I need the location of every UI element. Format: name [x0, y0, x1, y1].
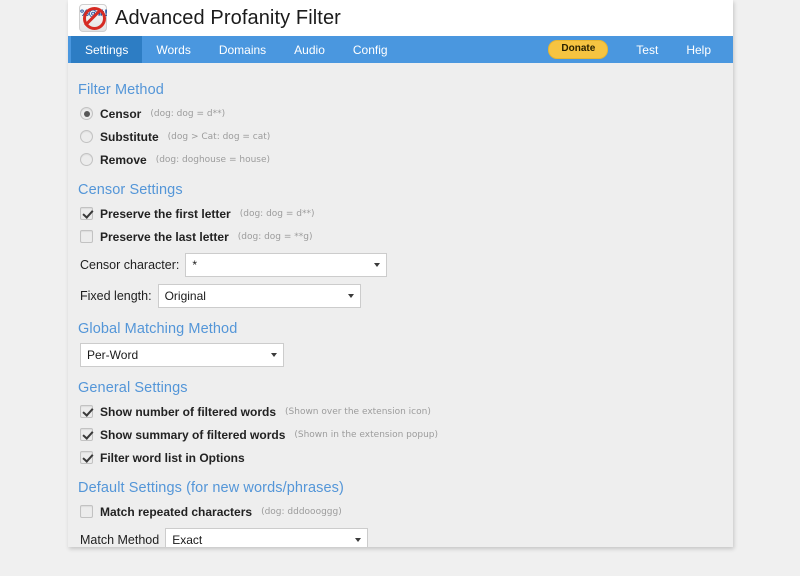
tab-config[interactable]: Config: [339, 36, 402, 63]
global-matching-method-select[interactable]: Per-Word: [80, 343, 284, 367]
radio-row-remove[interactable]: Remove (dog: doghouse = house): [80, 150, 733, 169]
checkbox-label-preserve-last-letter: Preserve the last letter: [100, 229, 229, 244]
nav-actions: Donate Test Help: [548, 36, 733, 63]
radio-row-substitute[interactable]: Substitute (dog > Cat: dog = cat): [80, 127, 733, 146]
censor-character-select[interactable]: *: [185, 253, 388, 277]
fixed-length-row: Fixed length: Original: [80, 284, 733, 308]
settings-content: Filter Method Censor (dog: dog = d**) Su…: [68, 63, 733, 547]
radio-censor[interactable]: [80, 107, 93, 120]
checkbox-preserve-first-letter[interactable]: [80, 207, 93, 220]
radio-label-substitute: Substitute: [100, 129, 159, 144]
tab-settings[interactable]: Settings: [71, 36, 143, 63]
logo-ring: [83, 7, 106, 30]
checkbox-label-show-number-of-filtered-words: Show number of filtered words: [100, 404, 277, 419]
tab-audio[interactable]: Audio: [280, 36, 339, 63]
tab-domains[interactable]: Domains: [205, 36, 280, 63]
global-matching-method-value: Per-Word: [87, 348, 139, 362]
chevron-down-icon: [355, 538, 362, 542]
match-method-label: Match Method: [80, 533, 160, 547]
checkbox-label-filter-word-list-in-options: Filter word list in Options: [100, 450, 245, 465]
fixed-length-label: Fixed length:: [80, 289, 152, 303]
tab-words[interactable]: Words: [142, 36, 204, 63]
radio-hint-censor: (dog: dog = d**): [150, 108, 226, 119]
checkbox-show-number-of-filtered-words[interactable]: [80, 405, 93, 418]
chevron-down-icon: [347, 294, 354, 298]
censor-character-label: Censor character:: [80, 258, 180, 272]
checkbox-row-match-repeated[interactable]: Match repeated characters (dog: dddooogg…: [80, 502, 733, 521]
censor-character-value: *: [192, 258, 198, 272]
section-title-global-matching: Global Matching Method: [78, 321, 238, 337]
app-header: %@#! Advanced Profanity Filter: [68, 0, 733, 36]
checkbox-label-match-repeated-characters: Match repeated characters: [100, 504, 253, 519]
fixed-length-value: Original: [164, 289, 206, 303]
censor-character-row: Censor character: *: [80, 253, 733, 277]
checkbox-hint-preserve-first-letter: (dog: dog = d**): [239, 208, 315, 219]
checkbox-row-show-summary[interactable]: Show summary of filtered words (Shown in…: [80, 425, 733, 444]
checkbox-label-preserve-first-letter: Preserve the first letter: [100, 206, 231, 221]
chevron-down-icon: [374, 263, 381, 267]
checkbox-hint-show-summary-of-filtered-words: (Shown in the extension popup): [294, 429, 439, 440]
checkbox-preserve-last-letter[interactable]: [80, 230, 93, 243]
checkbox-hint-show-number-of-filtered-words: (Shown over the extension icon): [285, 406, 431, 417]
section-title-filter-method: Filter Method: [78, 82, 164, 98]
checkbox-row-filter-word-list[interactable]: Filter word list in Options: [80, 448, 733, 467]
section-title-censor-settings: Censor Settings: [78, 182, 183, 198]
match-method-value: Exact: [172, 533, 203, 547]
chevron-down-icon: [271, 353, 277, 357]
radio-substitute[interactable]: [80, 130, 93, 143]
donate-button[interactable]: Donate: [548, 40, 609, 59]
radio-remove[interactable]: [80, 153, 93, 166]
checkbox-hint-match-repeated-characters: (dog: dddoooggg): [261, 506, 342, 517]
checkbox-label-show-summary-of-filtered-words: Show summary of filtered words: [100, 427, 286, 442]
checkbox-row-show-number[interactable]: Show number of filtered words (Shown ove…: [80, 402, 733, 421]
checkbox-hint-preserve-last-letter: (dog: dog = **g): [237, 231, 313, 242]
page-title: Advanced Profanity Filter: [115, 6, 341, 29]
radio-hint-substitute: (dog > Cat: dog = cat): [167, 131, 271, 142]
match-method-select[interactable]: Exact: [165, 528, 369, 547]
radio-hint-remove: (dog: doghouse = house): [155, 154, 271, 165]
checkbox-row-preserve-first[interactable]: Preserve the first letter (dog: dog = d*…: [80, 204, 733, 223]
main-navbar: Settings Words Domains Audio Config Dona…: [68, 36, 733, 63]
nav-tab-group: Settings Words Domains Audio Config: [68, 36, 402, 63]
checkbox-row-preserve-last[interactable]: Preserve the last letter (dog: dog = **g…: [80, 227, 733, 246]
nav-link-help[interactable]: Help: [672, 43, 725, 57]
fixed-length-select[interactable]: Original: [157, 284, 361, 308]
radio-row-censor[interactable]: Censor (dog: dog = d**): [80, 104, 733, 123]
match-method-row: Match Method Exact: [80, 528, 733, 547]
radio-label-remove: Remove: [100, 152, 147, 167]
nav-link-test[interactable]: Test: [622, 43, 672, 57]
checkbox-filter-word-list-in-options[interactable]: [80, 451, 93, 464]
checkbox-show-summary-of-filtered-words[interactable]: [80, 428, 93, 441]
section-title-default-settings: Default Settings (for new words/phrases): [78, 480, 344, 496]
options-page: %@#! Advanced Profanity Filter Settings …: [68, 0, 733, 547]
apf-logo-icon: %@#!: [79, 4, 108, 32]
radio-label-censor: Censor: [100, 106, 142, 121]
checkbox-match-repeated-characters[interactable]: [80, 505, 93, 518]
section-title-general-settings: General Settings: [78, 380, 188, 396]
